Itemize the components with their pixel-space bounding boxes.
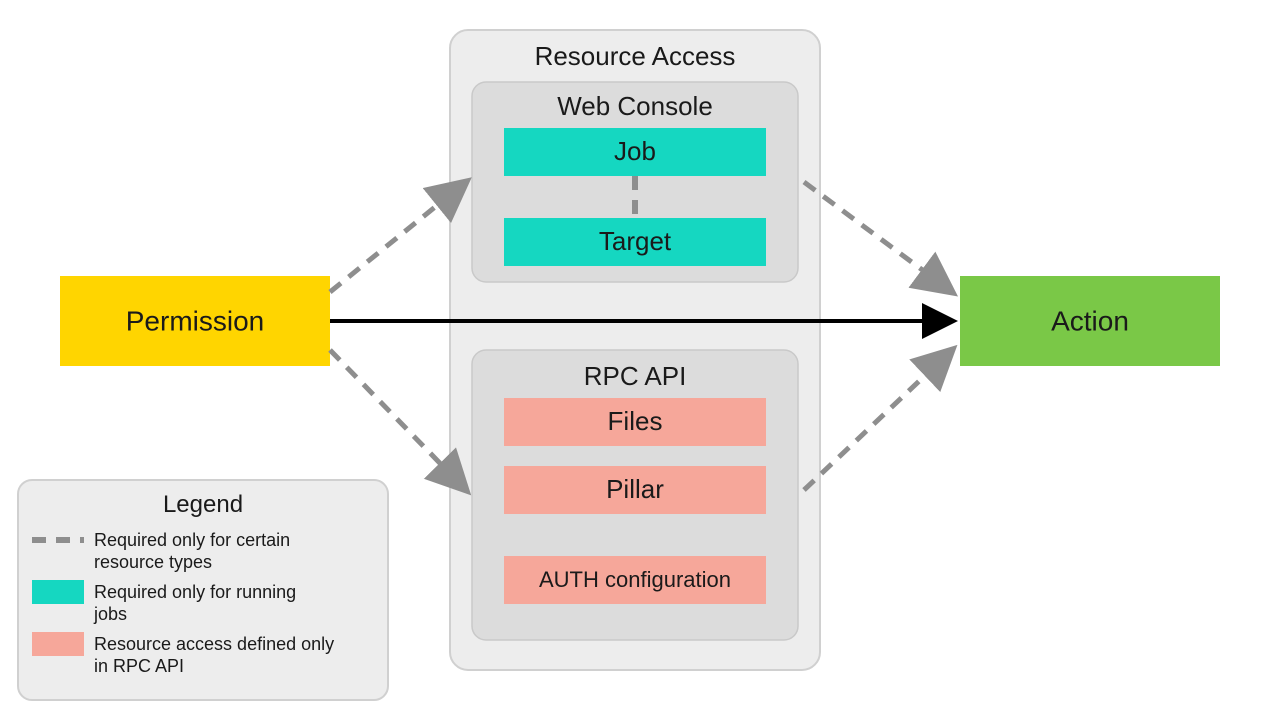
auth-label: AUTH configuration [539,567,731,592]
diagram-canvas: Resource Access Web Console Job Target R… [0,0,1280,720]
rpc-api-title: RPC API [584,361,687,391]
legend-item-3-line-2: in RPC API [94,656,184,676]
web-console-title: Web Console [557,91,713,121]
permission-label: Permission [126,305,264,336]
target-label: Target [599,226,672,256]
permission-to-webconsole-arrow [330,182,466,292]
legend-salmon-swatch [32,632,84,656]
legend-item-2-line-2: jobs [93,604,127,624]
legend-item-3-line-1: Resource access defined only [94,634,334,654]
legend-item-1-line-1: Required only for certain [94,530,290,550]
pillar-label: Pillar [606,474,664,504]
legend-item-2-line-1: Required only for running [94,582,296,602]
legend-title: Legend [163,491,243,518]
resource-access-title: Resource Access [535,41,736,71]
action-label: Action [1051,305,1129,336]
legend-teal-swatch [32,580,84,604]
job-label: Job [614,136,656,166]
permission-to-rpcapi-arrow [330,350,466,490]
webconsole-to-action-arrow [804,182,952,292]
legend-item-1-line-2: resource types [94,552,212,572]
rpcapi-to-action-arrow [804,350,952,490]
files-label: Files [608,406,663,436]
